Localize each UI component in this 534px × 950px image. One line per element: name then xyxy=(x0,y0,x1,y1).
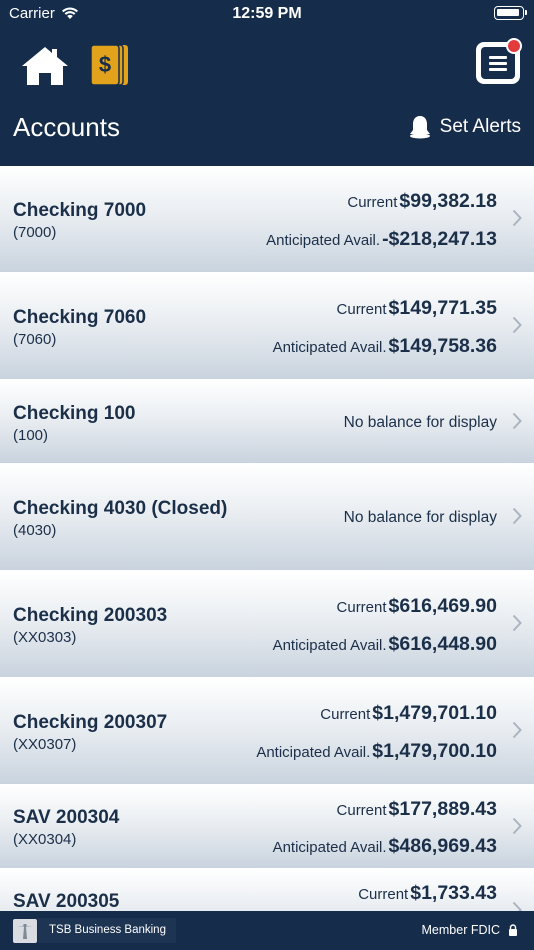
anticipated-label: Anticipated Avail. xyxy=(272,839,387,856)
current-balance: Current $177,889.43 xyxy=(337,798,497,821)
account-row[interactable]: Checking 7000 (7000) Current $99,382.18 A… xyxy=(0,166,534,273)
notification-badge xyxy=(506,38,522,54)
bell-icon xyxy=(409,116,430,139)
current-balance: Current $616,469.90 xyxy=(337,595,497,618)
account-name: Checking 200307 xyxy=(13,712,168,733)
account-row[interactable]: SAV 200305 Current $1,733.43 xyxy=(0,869,534,911)
current-amount: $1,733.43 xyxy=(410,882,497,904)
battery-icon xyxy=(494,6,527,20)
current-amount: $616,469.90 xyxy=(388,595,497,617)
accounts-dollar-button[interactable]: $ xyxy=(88,43,132,87)
current-amount: $177,889.43 xyxy=(388,798,497,820)
app-footer: TSB Business Banking Member FDIC xyxy=(0,911,534,950)
anticipated-amount: $149,758.36 xyxy=(388,335,497,357)
account-row[interactable]: Checking 100 (100) No balance for displa… xyxy=(0,380,534,464)
current-label: Current xyxy=(320,706,371,723)
current-balance: Current $149,771.35 xyxy=(337,297,497,320)
current-balance: Current $99,382.18 xyxy=(347,190,497,213)
anticipated-label: Anticipated Avail. xyxy=(256,744,371,761)
anticipated-amount: $486,969.43 xyxy=(388,835,497,857)
current-label: Current xyxy=(336,301,387,318)
chevron-right-icon xyxy=(512,209,522,227)
menu-line xyxy=(489,56,507,59)
account-number: (100) xyxy=(13,427,49,444)
anticipated-balance: Anticipated Avail. -$218,247.13 xyxy=(266,228,497,251)
status-bar: Carrier 12:59 PM xyxy=(0,0,534,28)
anticipated-balance: Anticipated Avail. $149,758.36 xyxy=(273,335,497,358)
account-name: Checking 4030 (Closed) xyxy=(13,498,228,519)
home-icon xyxy=(22,47,68,85)
chevron-right-icon xyxy=(512,316,522,334)
no-balance-text: No balance for display xyxy=(343,509,497,526)
account-number: (4030) xyxy=(13,522,57,539)
status-time: 12:59 PM xyxy=(232,5,302,22)
account-number: (XX0307) xyxy=(13,736,77,753)
current-label: Current xyxy=(336,802,387,819)
menu-button[interactable] xyxy=(476,38,522,84)
account-name: SAV 200304 xyxy=(13,807,120,828)
anticipated-balance: Anticipated Avail. $486,969.43 xyxy=(273,835,497,858)
svg-text:$: $ xyxy=(99,52,111,77)
anticipated-label: Anticipated Avail. xyxy=(272,339,387,356)
current-amount: $149,771.35 xyxy=(388,297,497,319)
bank-logo xyxy=(13,919,37,943)
dollar-cards-icon: $ xyxy=(90,44,128,86)
page-title: Accounts xyxy=(13,112,120,142)
current-amount: $99,382.18 xyxy=(399,190,497,212)
no-balance-text: No balance for display xyxy=(343,414,497,431)
chevron-right-icon xyxy=(512,614,522,632)
set-alerts-button[interactable]: Set Alerts xyxy=(408,114,521,140)
current-label: Current xyxy=(336,599,387,616)
account-name: Checking 200303 xyxy=(13,605,168,626)
anticipated-amount: -$218,247.13 xyxy=(382,228,497,250)
account-row[interactable]: Checking 7060 (7060) Current $149,771.35 … xyxy=(0,273,534,380)
chevron-right-icon xyxy=(512,507,522,525)
account-number: (7000) xyxy=(13,224,57,241)
lock-icon xyxy=(509,924,517,936)
home-button[interactable] xyxy=(20,44,70,88)
lighthouse-logo-icon xyxy=(17,924,33,939)
set-alerts-label: Set Alerts xyxy=(439,116,521,137)
member-fdic-label: Member FDIC xyxy=(421,923,500,937)
current-label: Current xyxy=(358,886,409,903)
menu-line xyxy=(489,62,507,65)
accounts-list: Checking 7000 (7000) Current $99,382.18 A… xyxy=(0,166,534,911)
account-number: (7060) xyxy=(13,331,57,348)
current-balance: Current $1,479,701.10 xyxy=(320,702,497,725)
account-name: Checking 7000 xyxy=(13,200,147,221)
anticipated-amount: $616,448.90 xyxy=(388,633,497,655)
account-number: (XX0304) xyxy=(13,831,77,848)
account-row[interactable]: SAV 200304 (XX0304) Current $177,889.43 A… xyxy=(0,785,534,869)
account-row[interactable]: Checking 4030 (Closed) (4030) No balance… xyxy=(0,464,534,571)
menu-line xyxy=(489,68,507,71)
account-row[interactable]: Checking 200307 (XX0307) Current $1,479,7… xyxy=(0,678,534,785)
chevron-right-icon xyxy=(512,817,522,835)
anticipated-balance: Anticipated Avail. $616,448.90 xyxy=(273,633,497,656)
anticipated-balance: Anticipated Avail. $1,479,700.10 xyxy=(256,740,497,763)
account-name: SAV 200305 xyxy=(13,891,120,911)
app-header: Carrier 12:59 PM $ Accounts Set Alerts xyxy=(0,0,534,166)
anticipated-amount: $1,479,700.10 xyxy=(372,740,497,762)
footer-brand: TSB Business Banking xyxy=(38,918,176,943)
chevron-right-icon xyxy=(512,721,522,739)
account-number: (XX0303) xyxy=(13,629,77,646)
current-balance: Current $1,733.43 xyxy=(358,882,497,905)
current-amount: $1,479,701.10 xyxy=(372,702,497,724)
chevron-right-icon xyxy=(512,901,522,911)
account-row[interactable]: Checking 200303 (XX0303) Current $616,469… xyxy=(0,571,534,678)
account-name: Checking 100 xyxy=(13,403,136,424)
current-label: Current xyxy=(347,194,398,211)
account-name: Checking 7060 xyxy=(13,307,147,328)
anticipated-label: Anticipated Avail. xyxy=(272,637,387,654)
anticipated-label: Anticipated Avail. xyxy=(266,232,381,249)
chevron-right-icon xyxy=(512,412,522,430)
